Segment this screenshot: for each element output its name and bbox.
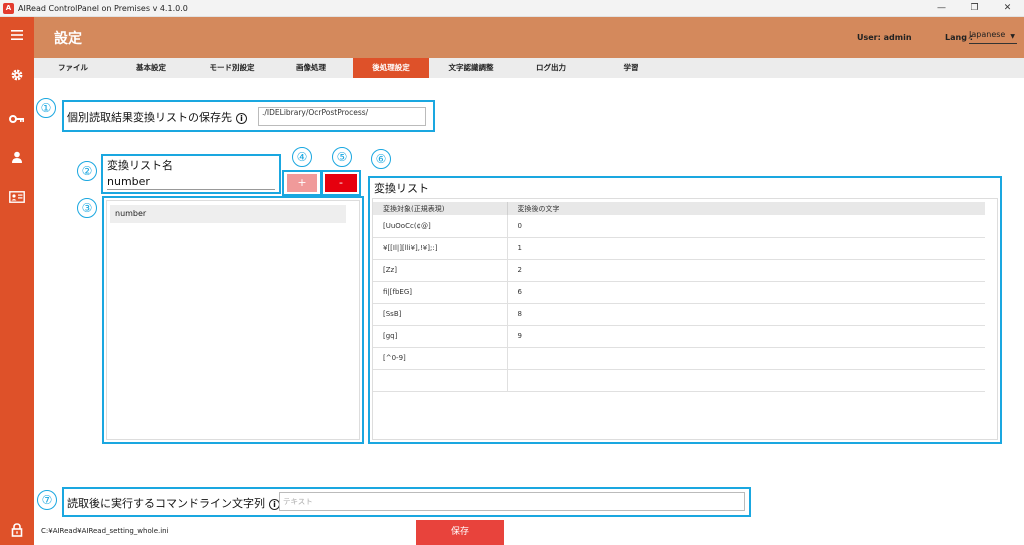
info-icon[interactable]: i bbox=[236, 112, 247, 124]
cell-replacement[interactable] bbox=[507, 369, 985, 392]
list-item[interactable]: number bbox=[110, 205, 346, 223]
column-header-replacement: 変換後の文字 bbox=[507, 202, 985, 215]
tab-recognition-tuning[interactable]: 文字認識調整 bbox=[433, 58, 509, 78]
callout-number-1: ① bbox=[36, 98, 56, 118]
close-button[interactable]: ✕ bbox=[991, 0, 1024, 17]
table-row[interactable]: [^0-9] bbox=[373, 347, 985, 370]
user-icon[interactable] bbox=[0, 148, 34, 167]
cell-pattern[interactable]: ¥[[Il|][lli¥],!¥];:] bbox=[373, 237, 508, 260]
conversion-list-title: 変換リスト bbox=[374, 182, 429, 195]
window-title: AIRead ControlPanel on Premises v 4.1.0.… bbox=[18, 3, 188, 13]
add-list-button[interactable]: + bbox=[287, 174, 317, 192]
settings-file-path: C:¥AIRead¥AIRead_setting_whole.ini bbox=[41, 527, 169, 535]
tab-learning[interactable]: 学習 bbox=[593, 58, 669, 78]
list-name-label: 変換リスト名 bbox=[107, 159, 173, 172]
minimize-button[interactable]: — bbox=[925, 0, 958, 17]
tab-post-processing[interactable]: 後処理設定 bbox=[353, 58, 429, 78]
cell-pattern[interactable]: [Zz] bbox=[373, 259, 508, 282]
table-row[interactable]: [UuOoCc(¢@] 0 bbox=[373, 215, 985, 238]
save-button[interactable]: 保存 bbox=[416, 520, 504, 545]
cell-replacement[interactable] bbox=[507, 347, 985, 370]
tab-bar: ファイル 基本設定 モード別設定 画像処理 後処理設定 文字認識調整 ログ出力 … bbox=[34, 58, 1024, 78]
cell-replacement[interactable]: 6 bbox=[507, 281, 985, 304]
cell-pattern[interactable]: [SsB] bbox=[373, 303, 508, 326]
save-location-input[interactable]: ./IDELibrary/OcrPostProcess/ bbox=[258, 107, 426, 126]
cell-replacement[interactable]: 8 bbox=[507, 303, 985, 326]
table-row[interactable]: [Zz] 2 bbox=[373, 259, 985, 282]
column-header-pattern: 変換対象(正規表現) bbox=[373, 202, 508, 215]
remove-list-button[interactable]: - bbox=[325, 174, 357, 192]
conversion-table-panel: 変換対象(正規表現) 変換後の文字 [UuOoCc(¢@] 0 ¥[[Il|][l… bbox=[372, 198, 998, 440]
sidebar bbox=[0, 17, 34, 545]
callout-number-6: ⑥ bbox=[371, 149, 391, 169]
cell-replacement[interactable]: 9 bbox=[507, 325, 985, 348]
id-card-icon[interactable] bbox=[0, 188, 34, 207]
restore-button[interactable]: ❐ bbox=[958, 0, 991, 17]
save-location-label-text: 個別読取結果変換リストの保存先 bbox=[67, 111, 232, 124]
gear-icon[interactable] bbox=[0, 67, 34, 86]
cell-pattern[interactable]: fi|[fbEG] bbox=[373, 281, 508, 304]
callout-number-5: ⑤ bbox=[332, 147, 352, 167]
table-row[interactable]: fi|[fbEG] 6 bbox=[373, 281, 985, 304]
tab-basic-settings[interactable]: 基本設定 bbox=[113, 58, 189, 78]
list-name-input[interactable]: number bbox=[107, 175, 275, 190]
cell-pattern[interactable]: [^0-9] bbox=[373, 347, 508, 370]
window-titlebar: A AIRead ControlPanel on Premises v 4.1.… bbox=[0, 0, 1024, 17]
language-value: Japanese bbox=[969, 30, 1006, 39]
cell-pattern[interactable] bbox=[373, 369, 508, 392]
chevron-down-icon: ▼ bbox=[1010, 33, 1015, 40]
command-label-text: 読取後に実行するコマンドライン文字列 bbox=[67, 497, 265, 510]
command-label: 読取後に実行するコマンドライン文字列 i bbox=[67, 495, 280, 511]
table-row[interactable]: ¥[[Il|][lli¥],!¥];:] 1 bbox=[373, 237, 985, 260]
callout-number-3: ③ bbox=[77, 198, 97, 218]
cell-pattern[interactable]: [gq] bbox=[373, 325, 508, 348]
conversion-table: 変換対象(正規表現) 変換後の文字 [UuOoCc(¢@] 0 ¥[[Il|][l… bbox=[373, 202, 985, 392]
cell-replacement[interactable]: 1 bbox=[507, 237, 985, 260]
user-label: User: admin bbox=[857, 33, 912, 42]
window-controls: — ❐ ✕ bbox=[925, 0, 1024, 17]
header-bar: 設定 User: admin Lang : Japanese ▼ bbox=[34, 17, 1024, 58]
cell-replacement[interactable]: 0 bbox=[507, 215, 985, 238]
callout-number-2: ② bbox=[77, 161, 97, 181]
tab-image-processing[interactable]: 画像処理 bbox=[273, 58, 349, 78]
menu-icon[interactable] bbox=[0, 26, 34, 45]
callout-number-4: ④ bbox=[292, 147, 312, 167]
cell-pattern[interactable]: [UuOoCc(¢@] bbox=[373, 215, 508, 238]
table-header-row: 変換対象(正規表現) 変換後の文字 bbox=[373, 202, 985, 215]
page-title: 設定 bbox=[54, 31, 82, 47]
table-row[interactable]: [gq] 9 bbox=[373, 325, 985, 348]
save-location-label: 個別読取結果変換リストの保存先 i bbox=[67, 109, 247, 125]
command-input[interactable]: テキスト bbox=[279, 492, 745, 511]
tab-file[interactable]: ファイル bbox=[35, 58, 111, 78]
table-row[interactable] bbox=[373, 369, 985, 392]
app-logo-icon: A bbox=[3, 2, 14, 14]
table-row[interactable]: [SsB] 8 bbox=[373, 303, 985, 326]
language-select[interactable]: Japanese ▼ bbox=[969, 30, 1017, 44]
tab-log-output[interactable]: ログ出力 bbox=[513, 58, 589, 78]
cell-replacement[interactable]: 2 bbox=[507, 259, 985, 282]
callout-number-7: ⑦ bbox=[37, 490, 57, 510]
key-icon[interactable] bbox=[0, 109, 34, 128]
lock-icon[interactable] bbox=[0, 522, 34, 541]
tab-mode-settings[interactable]: モード別設定 bbox=[194, 58, 270, 78]
conversion-list-panel: number bbox=[106, 200, 360, 440]
